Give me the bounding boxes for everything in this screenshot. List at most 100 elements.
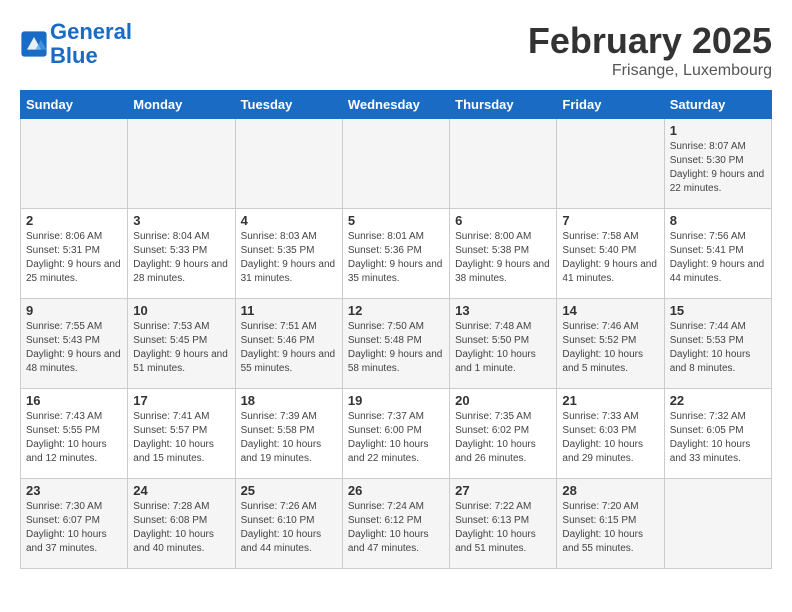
calendar-cell: 7 Sunrise: 7:58 AM Sunset: 5:40 PM Daylig… — [557, 209, 664, 299]
calendar-week-row: 1Sunrise: 8:07 AM Sunset: 5:30 PM Daylig… — [21, 119, 772, 209]
calendar-cell: 11 Sunrise: 7:51 AM Sunset: 5:46 PM Dayli… — [235, 299, 342, 389]
calendar-cell — [128, 119, 235, 209]
day-number: 13 — [455, 303, 551, 318]
calendar-cell: 15Sunrise: 7:44 AM Sunset: 5:53 PM Dayli… — [664, 299, 771, 389]
calendar-cell: 9 Sunrise: 7:55 AM Sunset: 5:43 PM Daylig… — [21, 299, 128, 389]
header-sunday: Sunday — [21, 91, 128, 119]
day-info: Sunrise: 7:58 AM Sunset: 5:40 PM Dayligh… — [562, 230, 658, 286]
day-info: Sunrise: 8:00 AM Sunset: 5:38 PM Dayligh… — [455, 230, 551, 286]
day-number: 12 — [348, 303, 444, 318]
day-info: Sunrise: 7:56 AM Sunset: 5:41 PM Dayligh… — [670, 230, 766, 286]
calendar-cell: 10 Sunrise: 7:53 AM Sunset: 5:45 PM Dayli… — [128, 299, 235, 389]
day-info: Sunrise: 7:41 AM Sunset: 5:57 PM Dayligh… — [133, 410, 229, 466]
day-number: 22 — [670, 393, 766, 408]
calendar-cell: 26Sunrise: 7:24 AM Sunset: 6:12 PM Dayli… — [342, 479, 449, 569]
calendar-cell: 12 Sunrise: 7:50 AM Sunset: 5:48 PM Dayli… — [342, 299, 449, 389]
calendar-header-row: SundayMondayTuesdayWednesdayThursdayFrid… — [21, 91, 772, 119]
calendar-cell: 16 Sunrise: 7:43 AM Sunset: 5:55 PM Dayli… — [21, 389, 128, 479]
logo-blue: Blue — [50, 43, 98, 68]
calendar-week-row: 23 Sunrise: 7:30 AM Sunset: 6:07 PM Dayli… — [21, 479, 772, 569]
calendar-cell: 20 Sunrise: 7:35 AM Sunset: 6:02 PM Dayli… — [450, 389, 557, 479]
day-number: 1 — [670, 123, 766, 138]
day-info: Sunrise: 7:51 AM Sunset: 5:46 PM Dayligh… — [241, 320, 337, 376]
calendar-cell: 5 Sunrise: 8:01 AM Sunset: 5:36 PM Daylig… — [342, 209, 449, 299]
logo-icon — [20, 30, 48, 58]
day-info: Sunrise: 7:50 AM Sunset: 5:48 PM Dayligh… — [348, 320, 444, 376]
day-info: Sunrise: 7:26 AM Sunset: 6:10 PM Dayligh… — [241, 500, 337, 556]
day-number: 21 — [562, 393, 658, 408]
header-wednesday: Wednesday — [342, 91, 449, 119]
day-info: Sunrise: 7:35 AM Sunset: 6:02 PM Dayligh… — [455, 410, 551, 466]
calendar-week-row: 2 Sunrise: 8:06 AM Sunset: 5:31 PM Daylig… — [21, 209, 772, 299]
location-subtitle: Frisange, Luxembourg — [528, 62, 772, 80]
calendar-cell — [450, 119, 557, 209]
day-number: 19 — [348, 393, 444, 408]
calendar-cell — [235, 119, 342, 209]
day-info: Sunrise: 7:24 AM Sunset: 6:12 PM Dayligh… — [348, 500, 444, 556]
day-number: 25 — [241, 483, 337, 498]
calendar-cell: 2 Sunrise: 8:06 AM Sunset: 5:31 PM Daylig… — [21, 209, 128, 299]
calendar-cell: 3 Sunrise: 8:04 AM Sunset: 5:33 PM Daylig… — [128, 209, 235, 299]
header-tuesday: Tuesday — [235, 91, 342, 119]
calendar-cell: 21 Sunrise: 7:33 AM Sunset: 6:03 PM Dayli… — [557, 389, 664, 479]
day-number: 7 — [562, 213, 658, 228]
day-info: Sunrise: 7:30 AM Sunset: 6:07 PM Dayligh… — [26, 500, 122, 556]
day-number: 9 — [26, 303, 122, 318]
calendar-cell: 28 Sunrise: 7:20 AM Sunset: 6:15 PM Dayli… — [557, 479, 664, 569]
page-header: General Blue February 2025 Frisange, Lux… — [20, 20, 772, 80]
day-info: Sunrise: 7:33 AM Sunset: 6:03 PM Dayligh… — [562, 410, 658, 466]
calendar-cell: 17 Sunrise: 7:41 AM Sunset: 5:57 PM Dayli… — [128, 389, 235, 479]
day-number: 28 — [562, 483, 658, 498]
day-info: Sunrise: 7:22 AM Sunset: 6:13 PM Dayligh… — [455, 500, 551, 556]
calendar-cell: 19Sunrise: 7:37 AM Sunset: 6:00 PM Dayli… — [342, 389, 449, 479]
day-info: Sunrise: 8:01 AM Sunset: 5:36 PM Dayligh… — [348, 230, 444, 286]
calendar-cell — [557, 119, 664, 209]
day-info: Sunrise: 7:32 AM Sunset: 6:05 PM Dayligh… — [670, 410, 766, 466]
month-title: February 2025 — [528, 20, 772, 62]
day-info: Sunrise: 7:53 AM Sunset: 5:45 PM Dayligh… — [133, 320, 229, 376]
day-info: Sunrise: 7:55 AM Sunset: 5:43 PM Dayligh… — [26, 320, 122, 376]
day-info: Sunrise: 7:39 AM Sunset: 5:58 PM Dayligh… — [241, 410, 337, 466]
day-info: Sunrise: 7:20 AM Sunset: 6:15 PM Dayligh… — [562, 500, 658, 556]
header-friday: Friday — [557, 91, 664, 119]
day-info: Sunrise: 8:04 AM Sunset: 5:33 PM Dayligh… — [133, 230, 229, 286]
calendar-cell: 24 Sunrise: 7:28 AM Sunset: 6:08 PM Dayli… — [128, 479, 235, 569]
calendar-cell — [664, 479, 771, 569]
day-number: 8 — [670, 213, 766, 228]
calendar-cell — [342, 119, 449, 209]
day-number: 24 — [133, 483, 229, 498]
day-info: Sunrise: 7:44 AM Sunset: 5:53 PM Dayligh… — [670, 320, 766, 376]
calendar-cell: 6Sunrise: 8:00 AM Sunset: 5:38 PM Daylig… — [450, 209, 557, 299]
header-monday: Monday — [128, 91, 235, 119]
day-info: Sunrise: 7:48 AM Sunset: 5:50 PM Dayligh… — [455, 320, 551, 376]
day-number: 3 — [133, 213, 229, 228]
calendar-table: SundayMondayTuesdayWednesdayThursdayFrid… — [20, 90, 772, 569]
day-number: 16 — [26, 393, 122, 408]
day-info: Sunrise: 8:03 AM Sunset: 5:35 PM Dayligh… — [241, 230, 337, 286]
calendar-cell: 22 Sunrise: 7:32 AM Sunset: 6:05 PM Dayli… — [664, 389, 771, 479]
day-number: 17 — [133, 393, 229, 408]
day-number: 18 — [241, 393, 337, 408]
calendar-week-row: 9 Sunrise: 7:55 AM Sunset: 5:43 PM Daylig… — [21, 299, 772, 389]
day-info: Sunrise: 8:06 AM Sunset: 5:31 PM Dayligh… — [26, 230, 122, 286]
day-number: 27 — [455, 483, 551, 498]
calendar-week-row: 16 Sunrise: 7:43 AM Sunset: 5:55 PM Dayli… — [21, 389, 772, 479]
day-number: 23 — [26, 483, 122, 498]
day-number: 11 — [241, 303, 337, 318]
day-number: 14 — [562, 303, 658, 318]
day-number: 20 — [455, 393, 551, 408]
calendar-cell: 13 Sunrise: 7:48 AM Sunset: 5:50 PM Dayli… — [450, 299, 557, 389]
day-number: 2 — [26, 213, 122, 228]
calendar-cell: 4Sunrise: 8:03 AM Sunset: 5:35 PM Daylig… — [235, 209, 342, 299]
day-info: Sunrise: 7:43 AM Sunset: 5:55 PM Dayligh… — [26, 410, 122, 466]
calendar-cell: 1Sunrise: 8:07 AM Sunset: 5:30 PM Daylig… — [664, 119, 771, 209]
calendar-cell: 8 Sunrise: 7:56 AM Sunset: 5:41 PM Daylig… — [664, 209, 771, 299]
header-saturday: Saturday — [664, 91, 771, 119]
calendar-cell: 14Sunrise: 7:46 AM Sunset: 5:52 PM Dayli… — [557, 299, 664, 389]
day-number: 5 — [348, 213, 444, 228]
day-number: 10 — [133, 303, 229, 318]
calendar-cell: 23 Sunrise: 7:30 AM Sunset: 6:07 PM Dayli… — [21, 479, 128, 569]
day-info: Sunrise: 7:28 AM Sunset: 6:08 PM Dayligh… — [133, 500, 229, 556]
calendar-cell: 18 Sunrise: 7:39 AM Sunset: 5:58 PM Dayli… — [235, 389, 342, 479]
logo-general: General — [50, 19, 132, 44]
